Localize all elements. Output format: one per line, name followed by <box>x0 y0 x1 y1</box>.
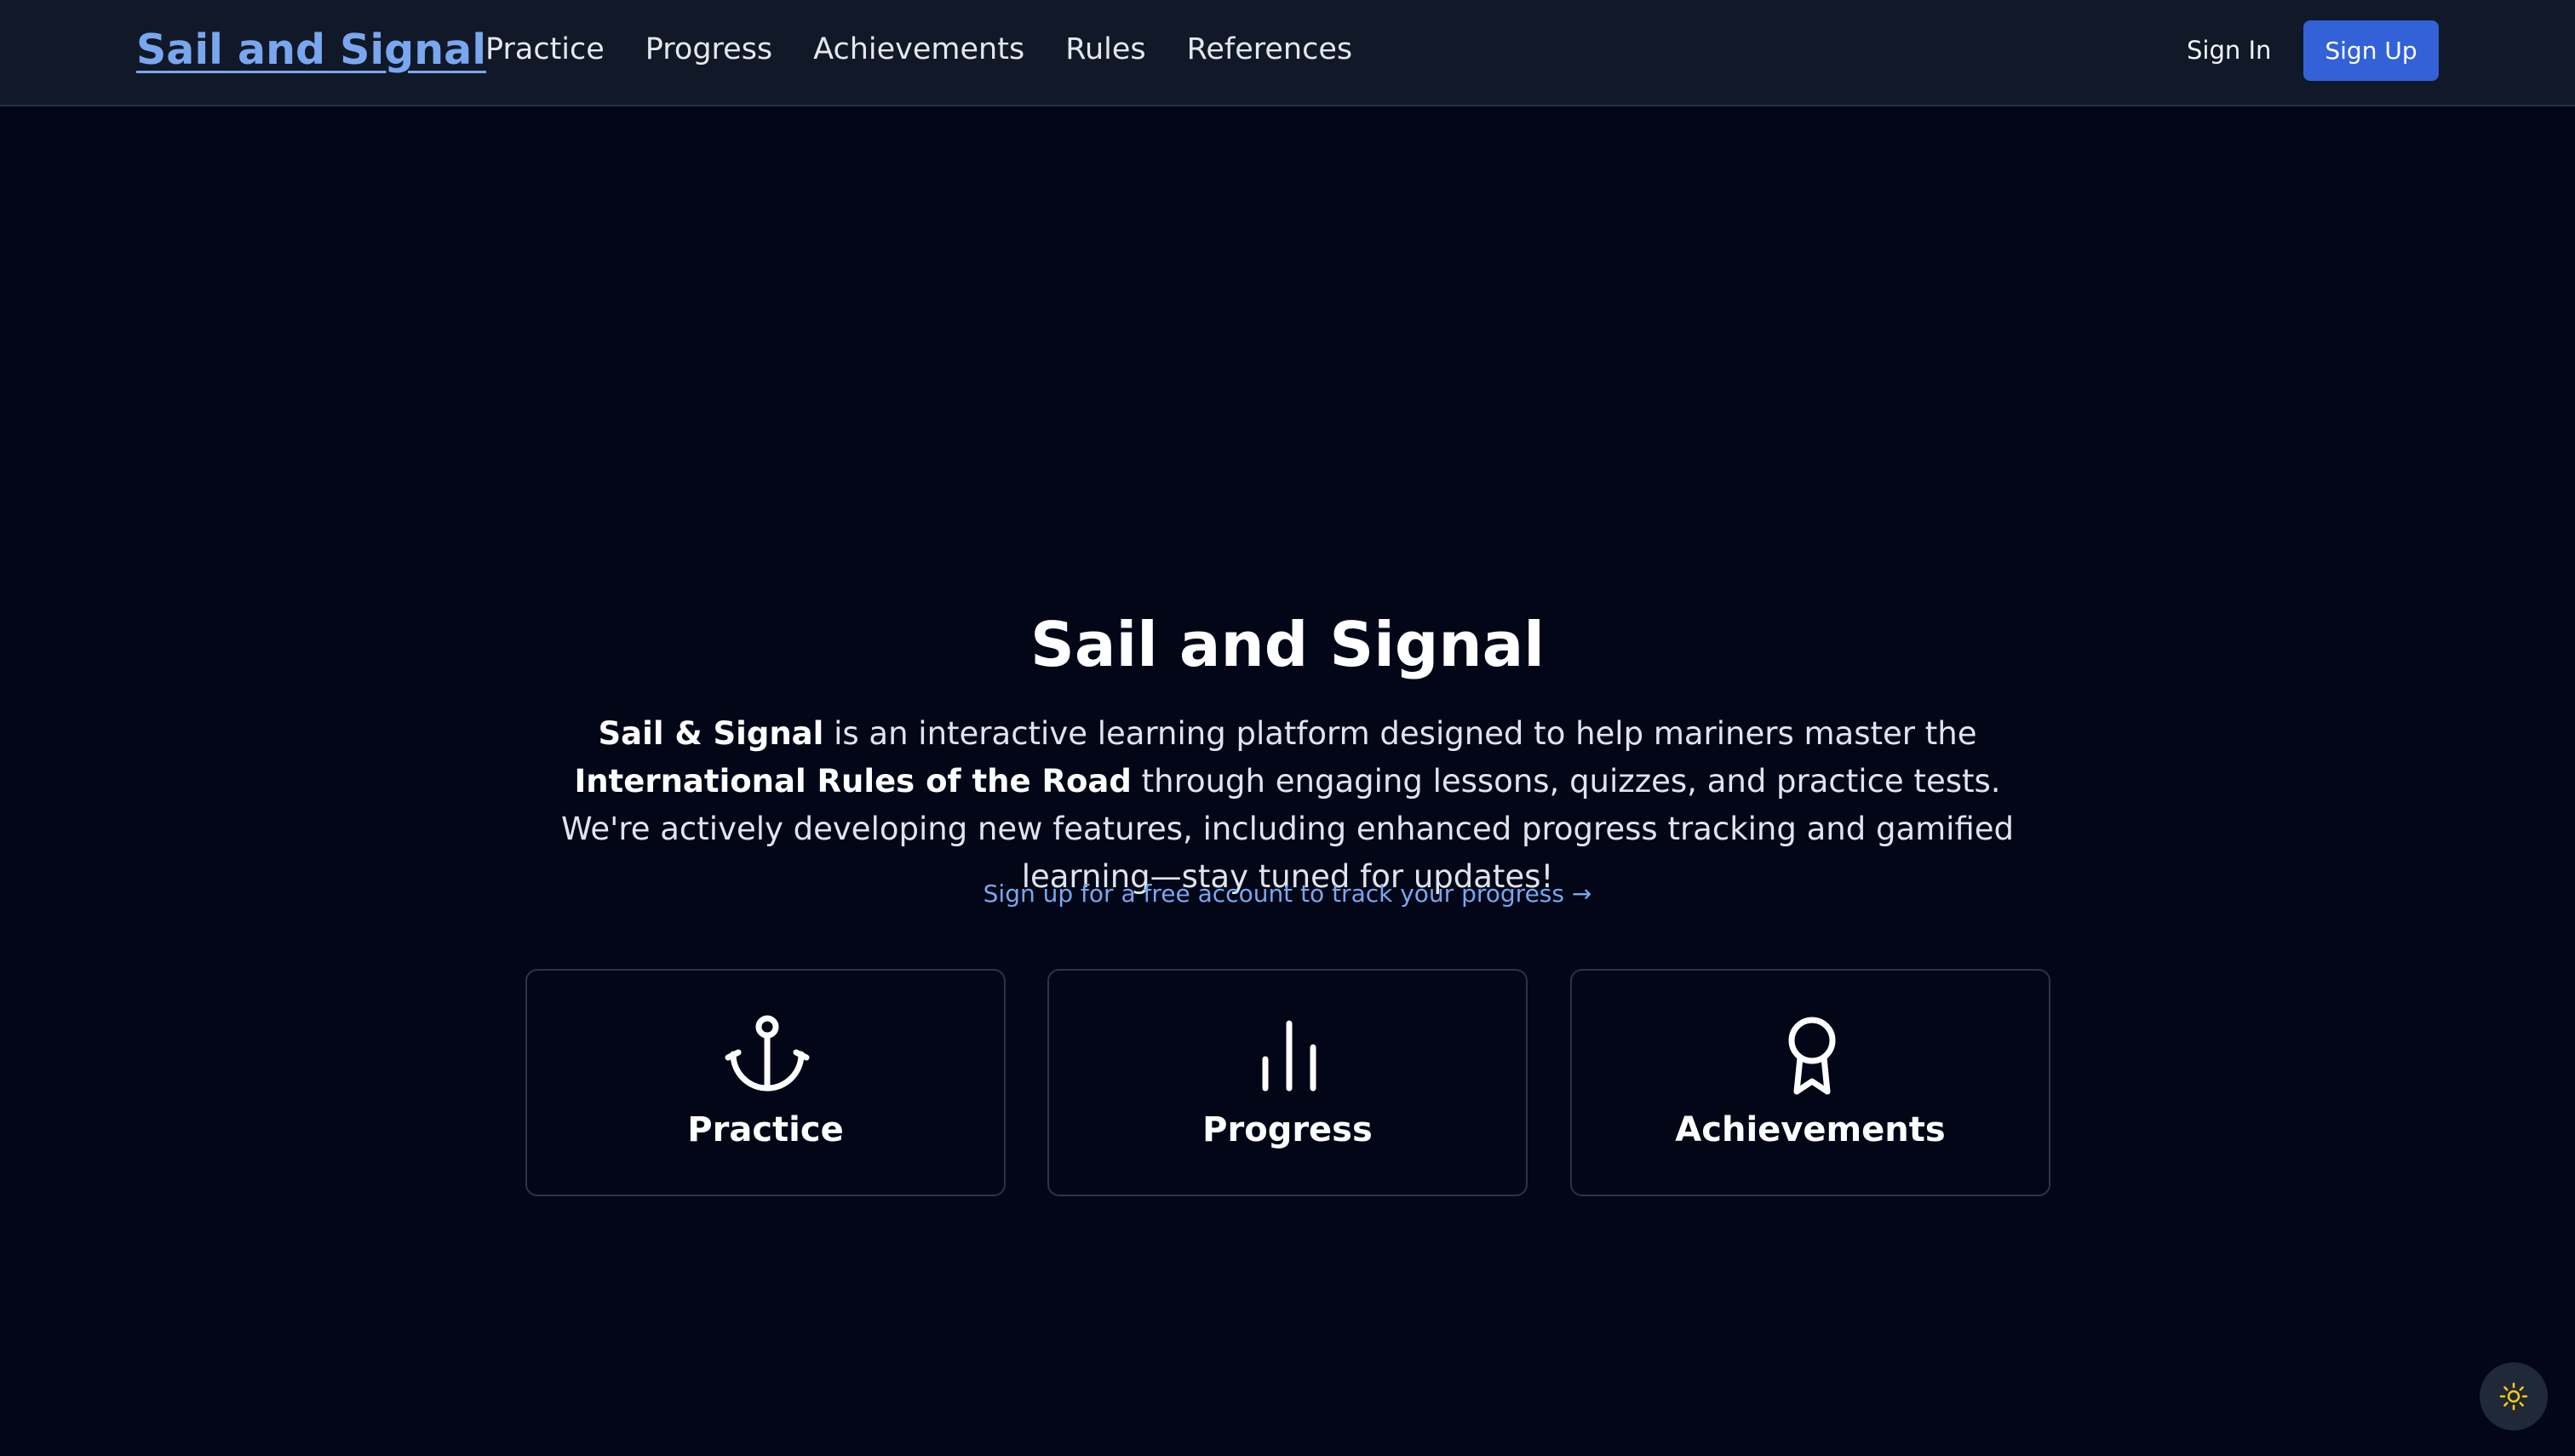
signup-cta-link[interactable]: Sign up for a free account to track your… <box>0 880 2575 908</box>
theme-toggle-button[interactable] <box>2480 1362 2548 1430</box>
intro-rules-name: International Rules of the Road <box>574 763 1132 800</box>
nav-link-progress[interactable]: Progress <box>645 32 772 66</box>
nav-link-practice[interactable]: Practice <box>485 32 605 66</box>
achievements-card[interactable]: Achievements <box>1570 969 2050 1196</box>
sign-up-button[interactable]: Sign Up <box>2303 20 2439 81</box>
intro-paragraph: Sail & Signal is an interactive learning… <box>545 710 2030 901</box>
progress-card-label: Progress <box>1202 1110 1373 1149</box>
practice-card[interactable]: Practice <box>525 969 1006 1196</box>
top-navigation-bar: Sail and Signal Practice Progress Achiev… <box>0 0 2575 106</box>
main-nav: Practice Progress Achievements Rules Ref… <box>485 32 1352 66</box>
sun-icon <box>2499 1382 2528 1411</box>
anchor-icon <box>725 1015 810 1092</box>
brand-logo-link[interactable]: Sail and Signal <box>136 26 486 74</box>
nav-link-references[interactable]: References <box>1187 32 1352 66</box>
intro-text-part-1: is an interactive learning platform desi… <box>823 715 1977 752</box>
achievements-card-label: Achievements <box>1675 1110 1946 1149</box>
award-ribbon-icon <box>1788 1017 1836 1095</box>
bar-chart-icon <box>1262 1020 1316 1092</box>
practice-card-label: Practice <box>687 1110 844 1149</box>
nav-link-rules[interactable]: Rules <box>1065 32 1145 66</box>
progress-card[interactable]: Progress <box>1047 969 1528 1196</box>
nav-link-achievements[interactable]: Achievements <box>813 32 1024 66</box>
sign-in-link[interactable]: Sign In <box>2187 36 2271 65</box>
hero-title: Sail and Signal <box>1030 609 1545 680</box>
intro-brand-name: Sail & Signal <box>598 715 824 752</box>
